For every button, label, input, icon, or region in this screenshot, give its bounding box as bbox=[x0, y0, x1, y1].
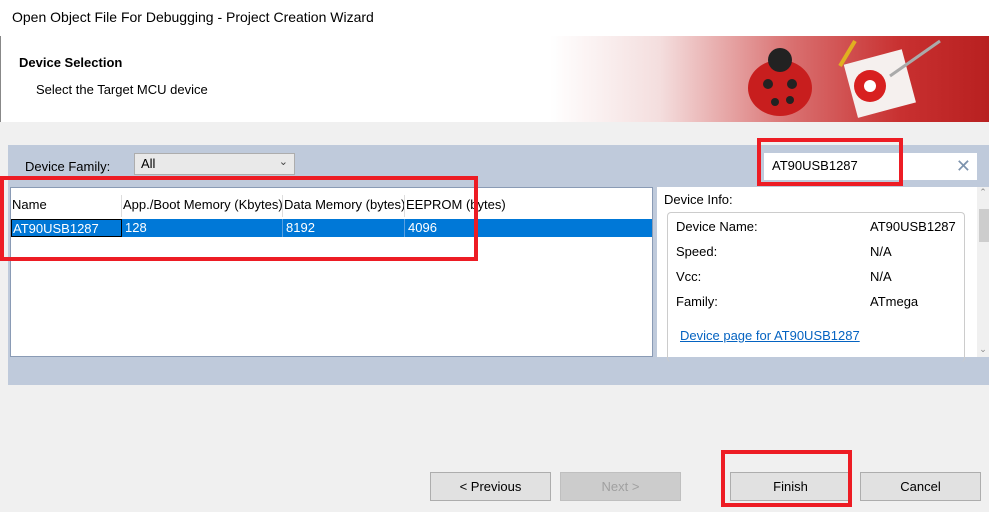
page-title: Device Selection bbox=[19, 55, 123, 70]
vcc-value: N/A bbox=[870, 269, 892, 284]
speed-value: N/A bbox=[870, 244, 892, 259]
next-button[interactable]: Next > bbox=[560, 472, 681, 501]
ladybug-icon bbox=[748, 39, 941, 118]
scroll-down-icon[interactable]: ⌄ bbox=[977, 344, 989, 355]
window-title: Open Object File For Debugging - Project… bbox=[12, 9, 374, 25]
device-family-select[interactable]: All ⌄ bbox=[134, 153, 295, 175]
device-name-label: Device Name: bbox=[676, 219, 758, 234]
page-subtitle: Select the Target MCU device bbox=[36, 82, 208, 97]
device-family-label: Device Family: bbox=[25, 159, 111, 174]
info-scrollbar[interactable]: ⌃ ⌄ bbox=[977, 187, 989, 357]
cancel-button[interactable]: Cancel bbox=[860, 472, 981, 501]
device-page-link[interactable]: Device page for AT90USB1287 bbox=[680, 328, 860, 343]
family-value: ATmega bbox=[870, 294, 919, 309]
previous-button[interactable]: < Previous bbox=[430, 472, 551, 501]
scroll-thumb[interactable] bbox=[979, 209, 989, 242]
annotation-box-search bbox=[757, 138, 903, 186]
banner-image bbox=[550, 36, 989, 122]
device-name-value: AT90USB1287 bbox=[870, 219, 956, 234]
device-family-value: All bbox=[141, 156, 156, 171]
clear-search-icon[interactable]: ✕ bbox=[956, 156, 971, 177]
annotation-box-finish bbox=[721, 450, 852, 507]
annotation-box-table bbox=[0, 176, 478, 261]
device-info-title: Device Info: bbox=[664, 192, 733, 207]
family-label: Family: bbox=[676, 294, 718, 309]
chevron-down-icon: ⌄ bbox=[278, 156, 288, 168]
speed-label: Speed: bbox=[676, 244, 718, 259]
vcc-label: Vcc: bbox=[676, 269, 702, 284]
scroll-up-icon[interactable]: ⌃ bbox=[977, 187, 989, 198]
